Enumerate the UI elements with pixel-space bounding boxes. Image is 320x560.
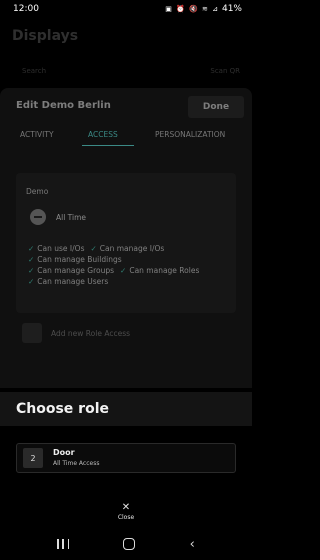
done-button: Done	[188, 96, 244, 118]
edit-sheet: Edit Demo Berlin Done ACTIVITY ACCESS PE…	[0, 88, 252, 388]
close-button[interactable]: ✕ Close	[106, 503, 146, 525]
check-icon: ✓	[28, 277, 35, 286]
status-bar: 12:00 ▣ ⏰ 🔇 ≋ ⊿ 41%	[0, 0, 252, 18]
choose-role-title: Choose role	[16, 401, 109, 417]
navigation-bar: ‹	[0, 528, 252, 560]
tab-personalization: PERSONALIZATION	[155, 130, 226, 139]
close-label: Close	[117, 514, 135, 521]
role-label: All Time	[56, 213, 87, 222]
card-heading: Demo	[26, 187, 49, 196]
permission-item: ✓ Can manage I/Os	[90, 244, 165, 253]
access-card: Demo All Time ✓ Can use I/Os ✓ Can manage I…	[16, 173, 236, 313]
search-input: Search	[22, 67, 47, 75]
role-option-door[interactable]: 2 Door All Time Access	[16, 443, 236, 473]
status-icons: ▣ ⏰ 🔇 ≋ ⊿	[165, 5, 219, 13]
status-right: ▣ ⏰ 🔇 ≋ ⊿ 41%	[165, 4, 242, 14]
check-icon: ✓	[90, 244, 97, 253]
tab-activity: ACTIVITY	[20, 130, 54, 139]
add-role-access-button: Add new Role Access	[16, 320, 236, 346]
role-name: Door	[53, 448, 75, 457]
tab-access: ACCESS	[88, 130, 118, 139]
close-icon: ✕	[121, 502, 131, 513]
add-icon	[22, 323, 42, 343]
add-role-label: Add new Role Access	[51, 329, 131, 338]
check-icon: ✓	[28, 266, 35, 275]
check-icon: ✓	[28, 255, 35, 264]
scan-qr-button: Scan QR	[210, 67, 240, 75]
role-badge: 2	[23, 448, 43, 468]
active-tab-indicator	[82, 145, 134, 146]
permission-item: ✓ Can use I/Os	[28, 244, 85, 253]
page-title: Displays	[12, 28, 79, 44]
permission-item: ✓ Can manage Buildings	[28, 255, 122, 264]
permission-list: ✓ Can use I/Os ✓ Can manage I/Os ✓ Can manag…	[28, 243, 233, 287]
permission-item: ✓ Can manage Groups	[28, 266, 115, 275]
role-subtitle: All Time Access	[53, 460, 100, 467]
permission-item: ✓ Can manage Roles	[120, 266, 200, 275]
check-icon: ✓	[28, 244, 35, 253]
choose-role-header: Choose role	[0, 392, 252, 426]
permission-item: ✓ Can manage Users	[28, 277, 109, 286]
status-time: 12:00	[13, 4, 39, 14]
recents-icon[interactable]	[57, 539, 70, 549]
edit-title: Edit Demo Berlin	[16, 100, 111, 111]
tab-bar: ACTIVITY ACCESS PERSONALIZATION	[0, 126, 252, 146]
home-icon[interactable]	[123, 538, 136, 550]
check-icon: ✓	[120, 266, 127, 275]
remove-role-icon	[30, 209, 46, 225]
battery-level: 41%	[221, 4, 242, 14]
back-icon[interactable]: ‹	[190, 537, 195, 552]
